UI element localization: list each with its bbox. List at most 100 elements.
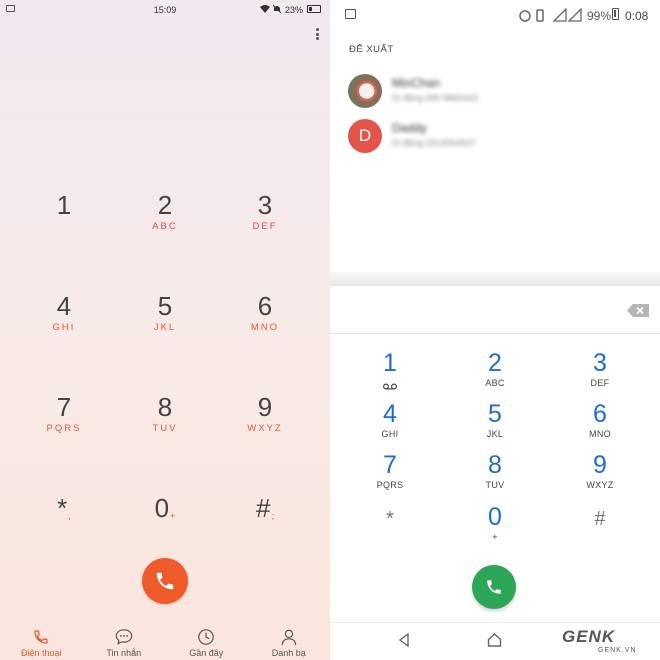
- back-icon[interactable]: [398, 632, 410, 652]
- key-letters: TUV: [485, 480, 505, 490]
- key-9[interactable]: 9 WXYZ: [220, 392, 310, 462]
- key-digit: 8: [157, 392, 173, 422]
- watermark-brand: GENK: [562, 627, 616, 646]
- suggested-contact[interactable]: MinChan Di động 090 8865343: [348, 74, 648, 110]
- key-7[interactable]: 7 PQRS: [19, 392, 109, 462]
- person-icon: [281, 629, 297, 646]
- key-digit: 7: [383, 451, 397, 479]
- key-7[interactable]: 7 PQRS: [345, 451, 435, 495]
- home-icon[interactable]: [487, 633, 502, 652]
- key-5[interactable]: 5 JKL: [450, 400, 540, 444]
- image-notification-icon: [345, 9, 356, 19]
- key-0[interactable]: 0+: [120, 493, 210, 563]
- key-hash[interactable]: #: [555, 505, 645, 549]
- key-digit: *: [57, 493, 68, 523]
- key-letters: DEF: [590, 378, 610, 388]
- key-star[interactable]: *: [345, 505, 435, 549]
- mute-icon: [272, 4, 282, 15]
- key-4[interactable]: 4 GHI: [345, 400, 435, 444]
- key-digit: #: [594, 508, 606, 530]
- tab-label: Tin nhắn: [106, 648, 142, 658]
- call-button[interactable]: [142, 558, 188, 604]
- key-letters: PQRS: [376, 480, 404, 490]
- divider: [330, 272, 660, 286]
- call-button[interactable]: [472, 565, 516, 609]
- dial-number-field[interactable]: [330, 286, 660, 334]
- tab-label: Điện thoại: [20, 648, 62, 658]
- contact-detail: Di động 090 8865343: [392, 93, 479, 103]
- key-letters: MNO: [250, 322, 280, 333]
- key-digit: 9: [257, 392, 273, 422]
- message-icon: [115, 629, 132, 645]
- tab-label: Danh bạ: [271, 648, 306, 658]
- key-letters: ABC: [152, 221, 178, 232]
- right-phone-dialer: 99% 0:08 ĐỀ XUẤT MinChan Di động 090 886…: [330, 0, 660, 660]
- battery-icon: [612, 8, 619, 20]
- key-8[interactable]: 8 TUV: [450, 451, 540, 495]
- key-letters: MNO: [589, 429, 611, 439]
- system-status-icons: [518, 7, 582, 25]
- tab-messages[interactable]: Tin nhắn: [83, 622, 166, 660]
- key-letters: GHI: [52, 322, 76, 333]
- backspace-icon[interactable]: [627, 304, 649, 317]
- key-digit: 6: [593, 400, 607, 428]
- key-digit: 0: [488, 503, 502, 531]
- key-digit: *: [386, 508, 394, 530]
- key-5[interactable]: 5 JKL: [120, 291, 210, 361]
- key-digit: 3: [593, 349, 607, 377]
- phone-icon: [34, 630, 48, 644]
- key-0[interactable]: 0 +: [450, 503, 540, 547]
- key-digit: 3: [257, 190, 273, 220]
- tab-contacts[interactable]: Danh bạ: [248, 622, 331, 660]
- bottom-tab-bar: Điện thoại Tin nhắn Gần đây Danh bạ: [0, 622, 330, 660]
- tab-label: Gần đây: [189, 648, 224, 658]
- tab-phone[interactable]: Điện thoại: [0, 622, 83, 660]
- suggestions-header: ĐỀ XUẤT: [349, 44, 394, 55]
- tab-recents[interactable]: Gần đây: [165, 622, 248, 660]
- battery-percent: 23%: [285, 5, 304, 15]
- key-digit: 4: [383, 400, 397, 428]
- genk-watermark: GENK GENK.VN: [562, 627, 658, 657]
- key-3[interactable]: 3 DEF: [555, 349, 645, 393]
- key-star[interactable]: *,: [19, 493, 109, 563]
- key-6[interactable]: 6 MNO: [220, 291, 310, 361]
- key-letters: ;: [271, 511, 274, 521]
- contact-detail: Di động 0913064507: [392, 138, 476, 148]
- battery-percent: 99%: [587, 9, 612, 23]
- key-digit: 1: [56, 190, 72, 220]
- key-1[interactable]: 1: [19, 190, 109, 260]
- key-hash[interactable]: #;: [220, 493, 310, 563]
- key-digit: 5: [157, 291, 173, 321]
- key-letters: JKL: [486, 429, 504, 439]
- battery-icon: [307, 5, 321, 13]
- key-3[interactable]: 3 DEF: [220, 190, 310, 260]
- voicemail-icon: [383, 383, 397, 390]
- suggested-contact[interactable]: D Daddy Di động 0913064507: [348, 119, 648, 155]
- key-1[interactable]: 1: [345, 349, 435, 393]
- contact-name: MinChan: [392, 76, 441, 90]
- key-letters: +: [492, 532, 498, 542]
- avatar: [348, 74, 382, 108]
- comparison-screenshot: 15:09 23% 1 2 ABC 3 DEF 4 GHI 5 JKL 6 MN…: [0, 0, 660, 660]
- key-8[interactable]: 8 TUV: [120, 392, 210, 462]
- key-4[interactable]: 4 GHI: [19, 291, 109, 361]
- watermark-site: GENK.VN: [598, 647, 637, 654]
- key-letters: ,: [68, 511, 71, 521]
- key-digit: 9: [593, 451, 607, 479]
- clock-icon: [198, 629, 215, 645]
- key-letters: PQRS: [46, 423, 82, 434]
- key-9[interactable]: 9 WXYZ: [555, 451, 645, 495]
- status-time: 0:08: [625, 9, 649, 23]
- key-digit: 2: [157, 190, 173, 220]
- contact-name: Daddy: [392, 121, 427, 135]
- overflow-menu-icon[interactable]: [313, 26, 321, 42]
- key-digit: 8: [488, 451, 502, 479]
- key-digit: 1: [383, 349, 397, 377]
- key-2[interactable]: 2 ABC: [120, 190, 210, 260]
- key-letters: ABC: [485, 378, 505, 388]
- key-6[interactable]: 6 MNO: [555, 400, 645, 444]
- key-2[interactable]: 2 ABC: [450, 349, 540, 393]
- key-digit: 0: [154, 493, 170, 523]
- key-letters: JKL: [153, 322, 177, 333]
- key-letters: +: [170, 511, 176, 521]
